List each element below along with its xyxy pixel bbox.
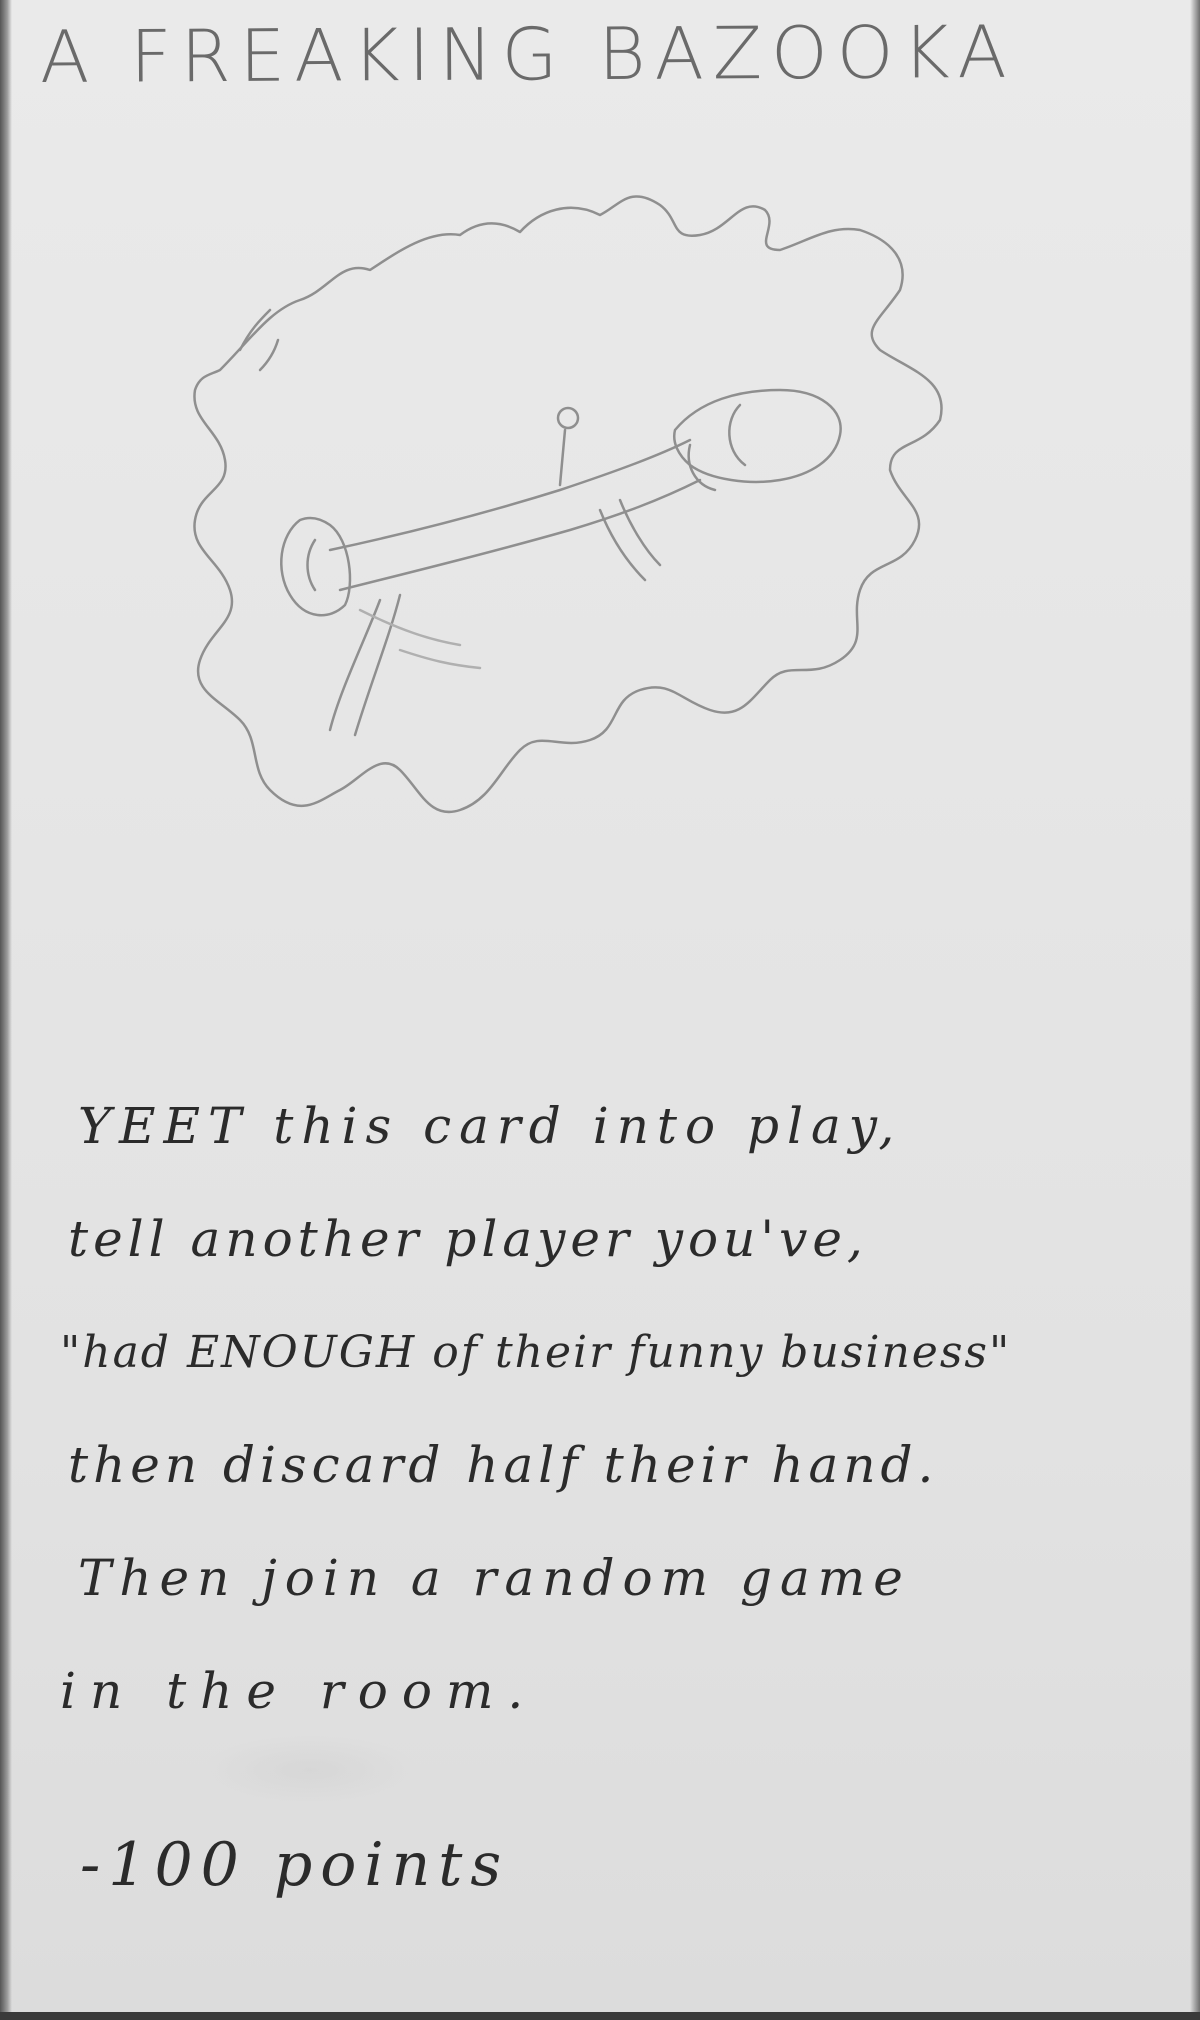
bazooka-sight xyxy=(556,406,580,430)
bazooka-grip xyxy=(618,498,662,567)
card-bottom-edge xyxy=(0,2012,1200,2020)
rule-line: in the room. xyxy=(60,1662,538,1720)
card-right-edge-shadow xyxy=(1190,0,1200,2020)
smoke-wisp xyxy=(238,308,272,352)
card-title: A FREAKING BAZOOKA xyxy=(39,9,1016,99)
bazooka-grip xyxy=(598,508,647,582)
smoke-wisp xyxy=(258,338,280,372)
bazooka-strap xyxy=(328,598,382,732)
rule-line: then discard half their hand. xyxy=(68,1436,939,1494)
rule-line: tell another player you've, xyxy=(68,1210,868,1268)
bazooka-explosion-sketch-icon xyxy=(100,190,1100,910)
rule-line: YEET this card into play, xyxy=(78,1097,903,1155)
bazooka-rear xyxy=(280,516,352,617)
bazooka-muzzle xyxy=(673,388,842,484)
card-points: -100 points xyxy=(80,1830,510,1900)
explosion-cloud-outline xyxy=(193,195,943,814)
bazooka-rear xyxy=(306,538,317,592)
bazooka-sight xyxy=(558,428,567,487)
bazooka-muzzle xyxy=(728,403,747,467)
rule-line: Then join a random game xyxy=(78,1549,911,1607)
game-card: A FREAKING BAZOOKA YEET this card into p… xyxy=(0,0,1200,2020)
rule-line: "had ENOUGH of their funny business" xyxy=(60,1327,1012,1378)
eraser-smudge xyxy=(200,1735,420,1805)
bazooka-strap xyxy=(353,593,402,737)
card-rules-text: YEET this card into play, tell another p… xyxy=(60,1070,1160,1748)
speed-line xyxy=(398,648,482,670)
card-left-edge-shadow xyxy=(0,0,12,2020)
